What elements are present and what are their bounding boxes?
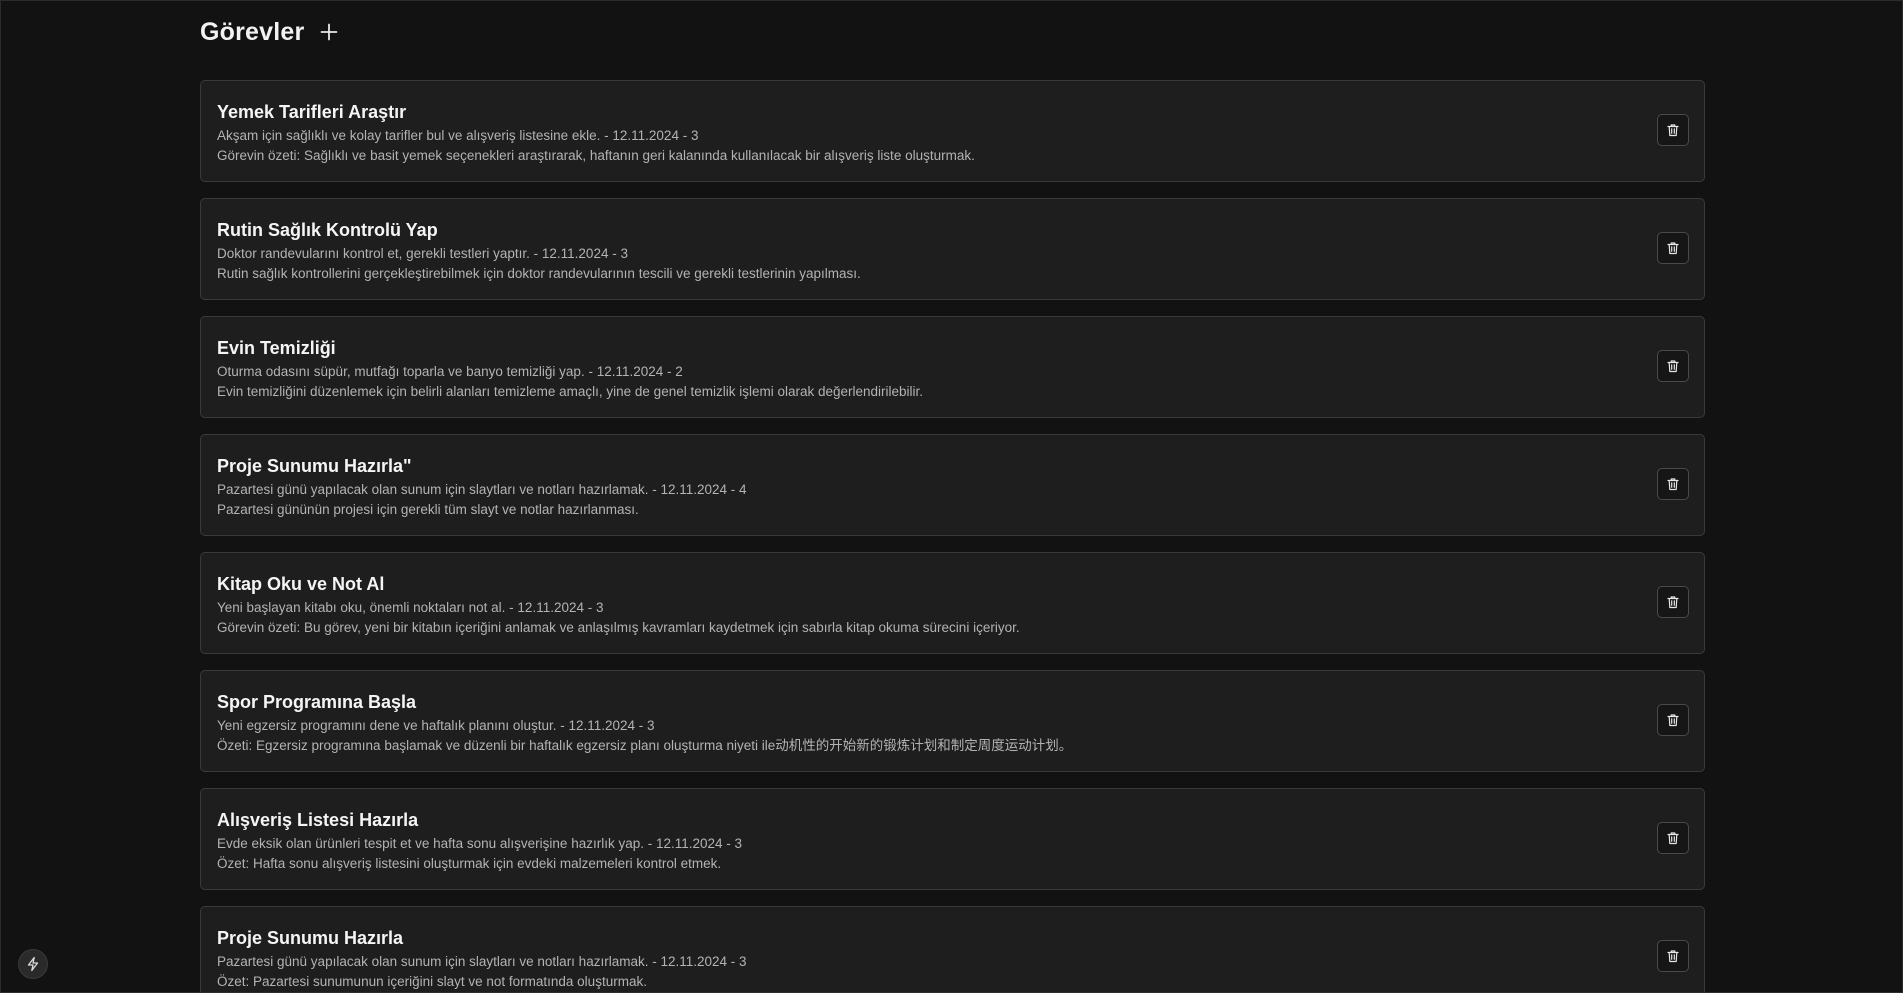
task-summary: Görevin özeti: Sağlıklı ve basit yemek s… [217,148,975,163]
task-card[interactable]: Rutin Sağlık Kontrolü Yap Doktor randevul… [200,198,1705,300]
task-title: Proje Sunumu Hazırla" [217,456,412,476]
task-card[interactable]: Kitap Oku ve Not Al Yeni başlayan kitabı … [200,552,1705,654]
delete-task-button[interactable] [1657,232,1689,264]
task-summary: Rutin sağlık kontrollerini gerçekleştire… [217,266,861,281]
task-title: Yemek Tarifleri Araştır [217,102,407,122]
delete-task-button[interactable] [1657,822,1689,854]
task-description: Yeni başlayan kitabı oku, önemli noktala… [217,600,604,615]
task-card[interactable]: Spor Programına Başla Yeni egzersiz progr… [200,670,1705,772]
task-description: Oturma odasını süpür, mutfağı toparla ve… [217,364,683,379]
task-summary: Pazartesi gününün projesi için gerekli t… [217,502,639,517]
task-list: Yemek Tarifleri Araştır Akşam için sağlık… [200,80,1705,992]
delete-task-button[interactable] [1657,940,1689,972]
page-title: Görevler [200,17,305,46]
trash-icon [1667,478,1679,491]
delete-task-button[interactable] [1657,704,1689,736]
task-summary: Evin temizliğini düzenlemek için belirli… [217,384,924,399]
task-summary: Özet: Pazartesi sunumunun içeriğini slay… [217,974,647,989]
task-card[interactable]: Yemek Tarifleri Araştır Akşam için sağlık… [200,80,1705,182]
delete-task-button[interactable] [1657,114,1689,146]
bolt-icon [27,956,39,972]
task-card[interactable]: Proje Sunumu Hazırla" Pazartesi günü yapı… [200,434,1705,536]
task-description: Pazartesi günü yapılacak olan sunum için… [217,954,747,969]
trash-icon [1667,124,1679,137]
task-description: Evde eksik olan ürünleri tespit et ve ha… [217,836,743,851]
task-card[interactable]: Alışveriş Listesi Hazırla Evde eksik olan… [200,788,1705,890]
task-description: Pazartesi günü yapılacak olan sunum için… [217,482,747,497]
task-title: Spor Programına Başla [217,692,417,712]
trash-icon [1667,714,1679,727]
task-summary: Özet: Hafta sonu alışveriş listesini olu… [217,856,722,871]
task-description: Akşam için sağlıklı ve kolay tarifler bu… [217,128,699,143]
task-title: Evin Temizliği [217,338,336,358]
task-summary: Görevin özeti: Bu görev, yeni bir kitabı… [217,620,1020,635]
task-card[interactable]: Evin Temizliği Oturma odasını süpür, mutf… [200,316,1705,418]
task-description: Doktor randevularını kontrol et, gerekli… [217,246,628,261]
trash-icon [1667,596,1679,609]
page-header: Görevler [200,14,341,50]
trash-icon [1667,360,1679,373]
plus-icon [321,23,338,41]
floating-action-button[interactable] [18,949,48,979]
trash-icon [1667,242,1679,255]
delete-task-button[interactable] [1657,350,1689,382]
task-card[interactable]: Proje Sunumu Hazırla Pazartesi günü yapıl… [200,906,1705,992]
task-summary: Özeti: Egzersiz programına başlamak ve d… [217,738,1073,753]
task-description: Yeni egzersiz programını dene ve haftalı… [217,718,655,733]
delete-task-button[interactable] [1657,586,1689,618]
trash-icon [1667,832,1679,845]
task-title: Alışveriş Listesi Hazırla [217,810,419,830]
delete-task-button[interactable] [1657,468,1689,500]
app-frame: Görevler Yemek Tarifleri Araştır Akşam iç… [0,0,1903,993]
task-title: Kitap Oku ve Not Al [217,574,385,594]
task-title: Rutin Sağlık Kontrolü Yap [217,220,438,240]
trash-icon [1667,950,1679,963]
add-task-button[interactable] [317,20,341,44]
task-title: Proje Sunumu Hazırla [217,928,404,948]
